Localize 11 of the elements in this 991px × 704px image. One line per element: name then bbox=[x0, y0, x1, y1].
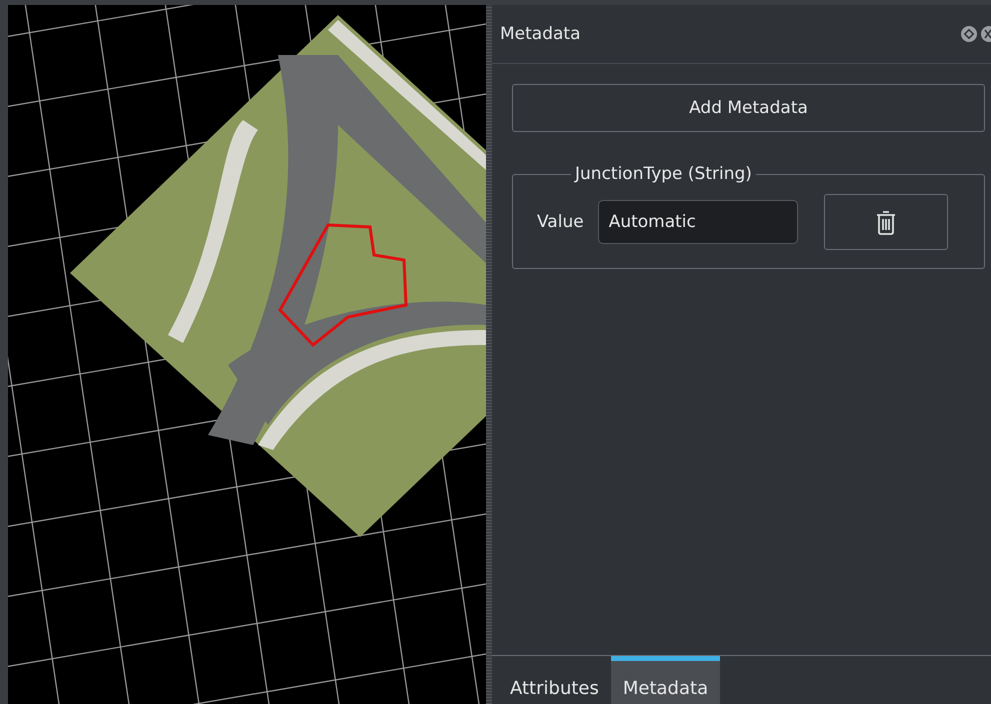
field-label: Value bbox=[537, 212, 584, 232]
panel-title: Metadata bbox=[500, 24, 581, 44]
group-title: JunctionType (String) bbox=[573, 164, 753, 184]
float-icon[interactable] bbox=[961, 26, 977, 42]
add-metadata-button[interactable]: Add Metadata bbox=[512, 84, 985, 132]
delete-button[interactable] bbox=[824, 194, 948, 250]
close-icon[interactable] bbox=[981, 26, 991, 42]
value-field[interactable]: Automatic bbox=[598, 200, 798, 244]
panel-tab[interactable]: Attributes bbox=[498, 656, 611, 704]
panel-tab[interactable]: Metadata bbox=[610, 656, 720, 704]
trash-icon bbox=[876, 209, 896, 235]
